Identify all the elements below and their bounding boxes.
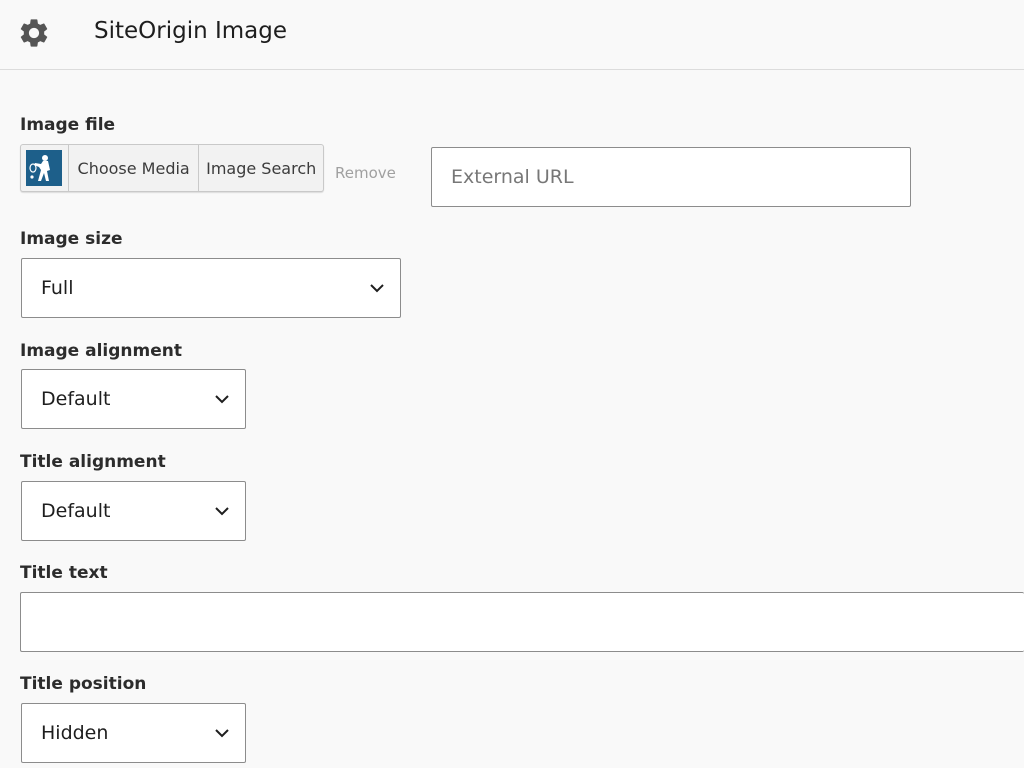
title-position-value: Hidden	[41, 722, 109, 744]
remove-link[interactable]: Remove	[335, 164, 396, 182]
image-search-button[interactable]: Image Search	[199, 145, 323, 191]
external-url-input[interactable]: External URL	[431, 147, 911, 207]
chevron-down-icon	[215, 729, 229, 738]
title-alignment-value: Default	[41, 500, 111, 522]
title-text-label: Title text	[20, 563, 108, 583]
image-alignment-label: Image alignment	[20, 341, 182, 361]
choose-media-button[interactable]: Choose Media	[69, 145, 200, 191]
image-thumbnail-cell[interactable]	[21, 145, 69, 191]
title-text-input[interactable]	[20, 592, 1024, 652]
media-selector: Choose Media Image Search	[20, 144, 324, 192]
chevron-down-icon	[370, 284, 384, 293]
image-alignment-select[interactable]: Default	[21, 369, 246, 429]
image-thumbnail	[26, 150, 63, 186]
title-alignment-label: Title alignment	[20, 452, 166, 472]
image-alignment-value: Default	[41, 388, 111, 410]
chevron-down-icon	[215, 395, 229, 404]
gear-icon[interactable]	[17, 16, 51, 50]
image-size-label: Image size	[20, 229, 123, 249]
image-file-label: Image file	[20, 115, 116, 135]
image-size-select[interactable]: Full	[21, 258, 401, 318]
image-size-value: Full	[41, 277, 74, 299]
external-url-placeholder: External URL	[451, 166, 574, 188]
title-alignment-select[interactable]: Default	[21, 481, 246, 541]
widget-header: SiteOrigin Image	[0, 0, 1024, 70]
chevron-down-icon	[215, 507, 229, 516]
widget-title: SiteOrigin Image	[94, 18, 288, 44]
title-position-label: Title position	[20, 674, 147, 694]
title-position-select[interactable]: Hidden	[21, 703, 246, 763]
